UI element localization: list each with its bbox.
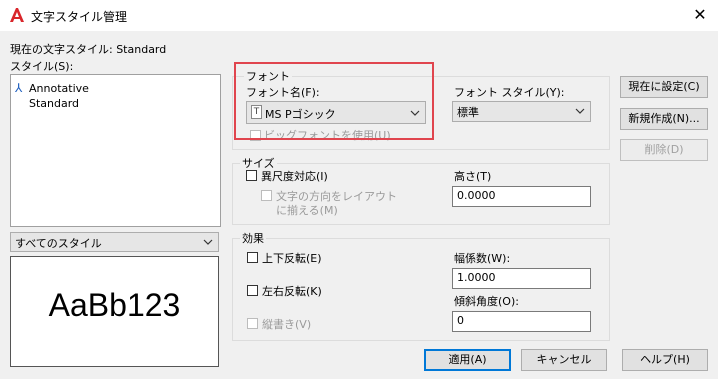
width-factor-label: 幅係数(W): <box>454 252 511 265</box>
styles-list[interactable]: ⅄ Annotative Standard <box>10 74 221 227</box>
annotative-checkbox[interactable] <box>246 170 257 181</box>
apply-button[interactable]: 適用(A) <box>424 349 511 371</box>
width-factor-value: 1.0000 <box>457 271 496 284</box>
match-orientation-checkbox[interactable] <box>261 190 272 201</box>
font-style-value: 標準 <box>457 106 479 119</box>
current-style-label: 現在の文字スタイル: Standard <box>10 43 167 56</box>
oblique-input[interactable]: 0 <box>452 311 591 332</box>
font-style-label: フォント スタイル(Y): <box>454 86 565 99</box>
backwards-label: 左右反転(K) <box>262 285 322 298</box>
effects-group-title: 効果 <box>240 230 266 246</box>
annotative-icon: ⅄ <box>15 81 23 95</box>
annotative-label: 異尺度対応(I) <box>261 170 328 183</box>
height-input[interactable]: 0.0000 <box>452 186 591 207</box>
match-orientation-label-2: に揃える(M) <box>276 204 338 217</box>
help-button[interactable]: ヘルプ(H) <box>622 349 708 371</box>
window-title: 文字スタイル管理 <box>31 10 128 24</box>
style-item-standard[interactable]: Standard <box>29 96 79 111</box>
styles-list-label: スタイル(S): <box>10 60 74 73</box>
chevron-down-icon <box>575 108 585 114</box>
backwards-checkbox[interactable] <box>247 285 258 296</box>
oblique-value: 0 <box>457 314 464 327</box>
style-filter-value: すべてのスタイル <box>15 237 102 250</box>
oblique-label: 傾斜角度(O): <box>454 295 519 308</box>
delete-button[interactable]: 削除(D) <box>620 139 708 161</box>
preview-text: AaBb123 <box>48 287 181 323</box>
chevron-down-icon <box>203 239 213 245</box>
height-label: 高さ(T) <box>454 170 492 183</box>
set-current-button[interactable]: 現在に設定(C) <box>620 76 708 98</box>
close-icon[interactable]: ✕ <box>686 2 714 28</box>
style-item-label: Annotative <box>29 82 89 95</box>
vertical-checkbox[interactable] <box>247 318 258 329</box>
cancel-button[interactable]: キャンセル <box>521 349 607 371</box>
font-style-dropdown[interactable]: 標準 <box>452 101 591 122</box>
new-style-button[interactable]: 新規作成(N)... <box>620 108 708 130</box>
vertical-label: 縦書き(V) <box>262 318 312 331</box>
upside-down-label: 上下反転(E) <box>262 252 322 265</box>
style-filter-dropdown[interactable]: すべてのスタイル <box>10 232 219 252</box>
height-value: 0.0000 <box>457 189 496 202</box>
upside-down-checkbox[interactable] <box>247 252 258 263</box>
autocad-app-icon <box>10 8 24 22</box>
style-item-annotative[interactable]: ⅄ Annotative <box>15 81 89 96</box>
font-name-highlight <box>234 62 434 140</box>
style-preview: AaBb123 <box>10 256 219 367</box>
style-item-label: Standard <box>29 97 80 110</box>
width-factor-input[interactable]: 1.0000 <box>452 268 591 289</box>
